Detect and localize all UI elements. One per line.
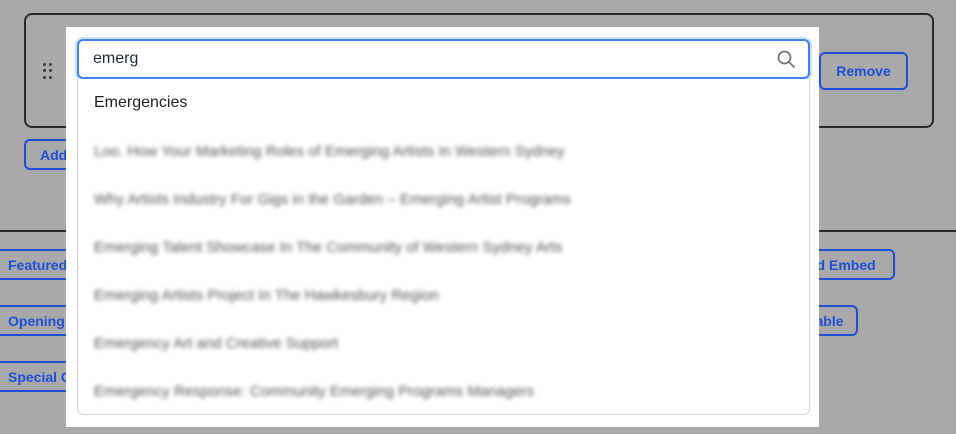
search-box[interactable] [77, 39, 810, 79]
search-results-list: Emergencies Loo. How Your Marketing Role… [77, 79, 810, 415]
result-item[interactable]: Emerging Artists Project In The Hawkesbu… [78, 271, 809, 319]
result-item[interactable]: Loo. How Your Marketing Roles of Emergin… [78, 127, 809, 175]
result-item[interactable]: Emerging Talent Showcase In The Communit… [78, 223, 809, 271]
search-modal: Emergencies Loo. How Your Marketing Role… [66, 27, 819, 427]
remove-button[interactable]: Remove [819, 52, 908, 90]
result-item[interactable]: Emergency Response: Community Emerging P… [78, 367, 809, 414]
search-icon[interactable] [776, 49, 796, 69]
result-item[interactable]: Why Artists Industry For Gigs in the Gar… [78, 175, 809, 223]
search-input[interactable] [91, 49, 776, 69]
result-item-emergencies[interactable]: Emergencies [78, 79, 809, 127]
result-item[interactable]: Emergency Art and Creative Support [78, 319, 809, 367]
drag-handle-icon[interactable] [43, 63, 53, 79]
